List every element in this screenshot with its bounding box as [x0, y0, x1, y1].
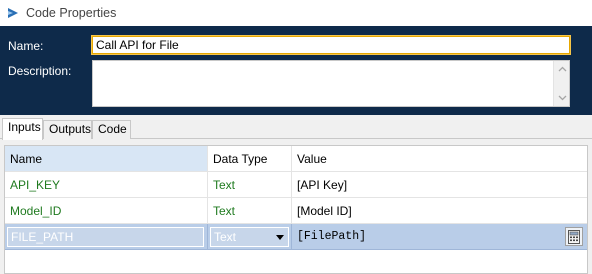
input-name-cell[interactable]: API_KEY: [5, 172, 208, 198]
input-name-field[interactable]: FILE_PATH: [7, 227, 204, 247]
description-label: Description:: [8, 64, 72, 78]
input-type-cell[interactable]: Text: [208, 198, 292, 224]
data-type-selected: Text: [214, 230, 237, 244]
scroll-down-icon[interactable]: [554, 91, 570, 105]
inputs-grid: Name Data Type Value API_KEY Text [API K…: [4, 145, 588, 274]
scroll-up-icon[interactable]: [554, 62, 570, 76]
chevron-down-icon[interactable]: [276, 235, 284, 240]
input-value-cell[interactable]: [Model ID]: [292, 198, 587, 224]
tab-inputs[interactable]: Inputs: [2, 118, 43, 140]
code-stage-icon: [8, 8, 18, 18]
input-value-expression[interactable]: [FilePath]: [297, 230, 366, 243]
column-header-name[interactable]: Name: [5, 146, 208, 172]
title-bar: Code Properties: [0, 0, 592, 26]
input-name-cell: FILE_PATH: [5, 224, 208, 250]
table-row-selected[interactable]: FILE_PATH Text [FilePath]: [5, 224, 587, 250]
table-row[interactable]: API_KEY Text [API Key]: [5, 172, 587, 198]
properties-header: Name: Call API for File Description:: [0, 26, 592, 115]
column-header-value[interactable]: Value: [292, 146, 587, 172]
input-value-cell: [FilePath]: [292, 224, 587, 250]
data-type-dropdown[interactable]: Text: [210, 227, 289, 247]
grid-header-row: Name Data Type Value: [5, 146, 587, 172]
tab-strip: Inputs Outputs Code: [0, 115, 592, 140]
description-scrollbar[interactable]: [553, 61, 569, 106]
window-title: Code Properties: [26, 6, 117, 20]
expression-builder-button[interactable]: [565, 227, 583, 246]
input-name-cell[interactable]: Model_ID: [5, 198, 208, 224]
description-textarea[interactable]: [92, 60, 570, 107]
input-type-cell: Text: [208, 224, 292, 250]
tab-outputs[interactable]: Outputs: [43, 120, 92, 139]
tab-code[interactable]: Code: [92, 120, 131, 139]
name-label: Name:: [8, 39, 44, 53]
calculator-icon: [568, 229, 580, 244]
name-input[interactable]: Call API for File: [91, 35, 571, 55]
column-header-data-type[interactable]: Data Type: [208, 146, 292, 172]
input-value-cell[interactable]: [API Key]: [292, 172, 587, 198]
table-row[interactable]: Model_ID Text [Model ID]: [5, 198, 587, 224]
tab-content: Name Data Type Value API_KEY Text [API K…: [0, 139, 592, 274]
input-type-cell[interactable]: Text: [208, 172, 292, 198]
